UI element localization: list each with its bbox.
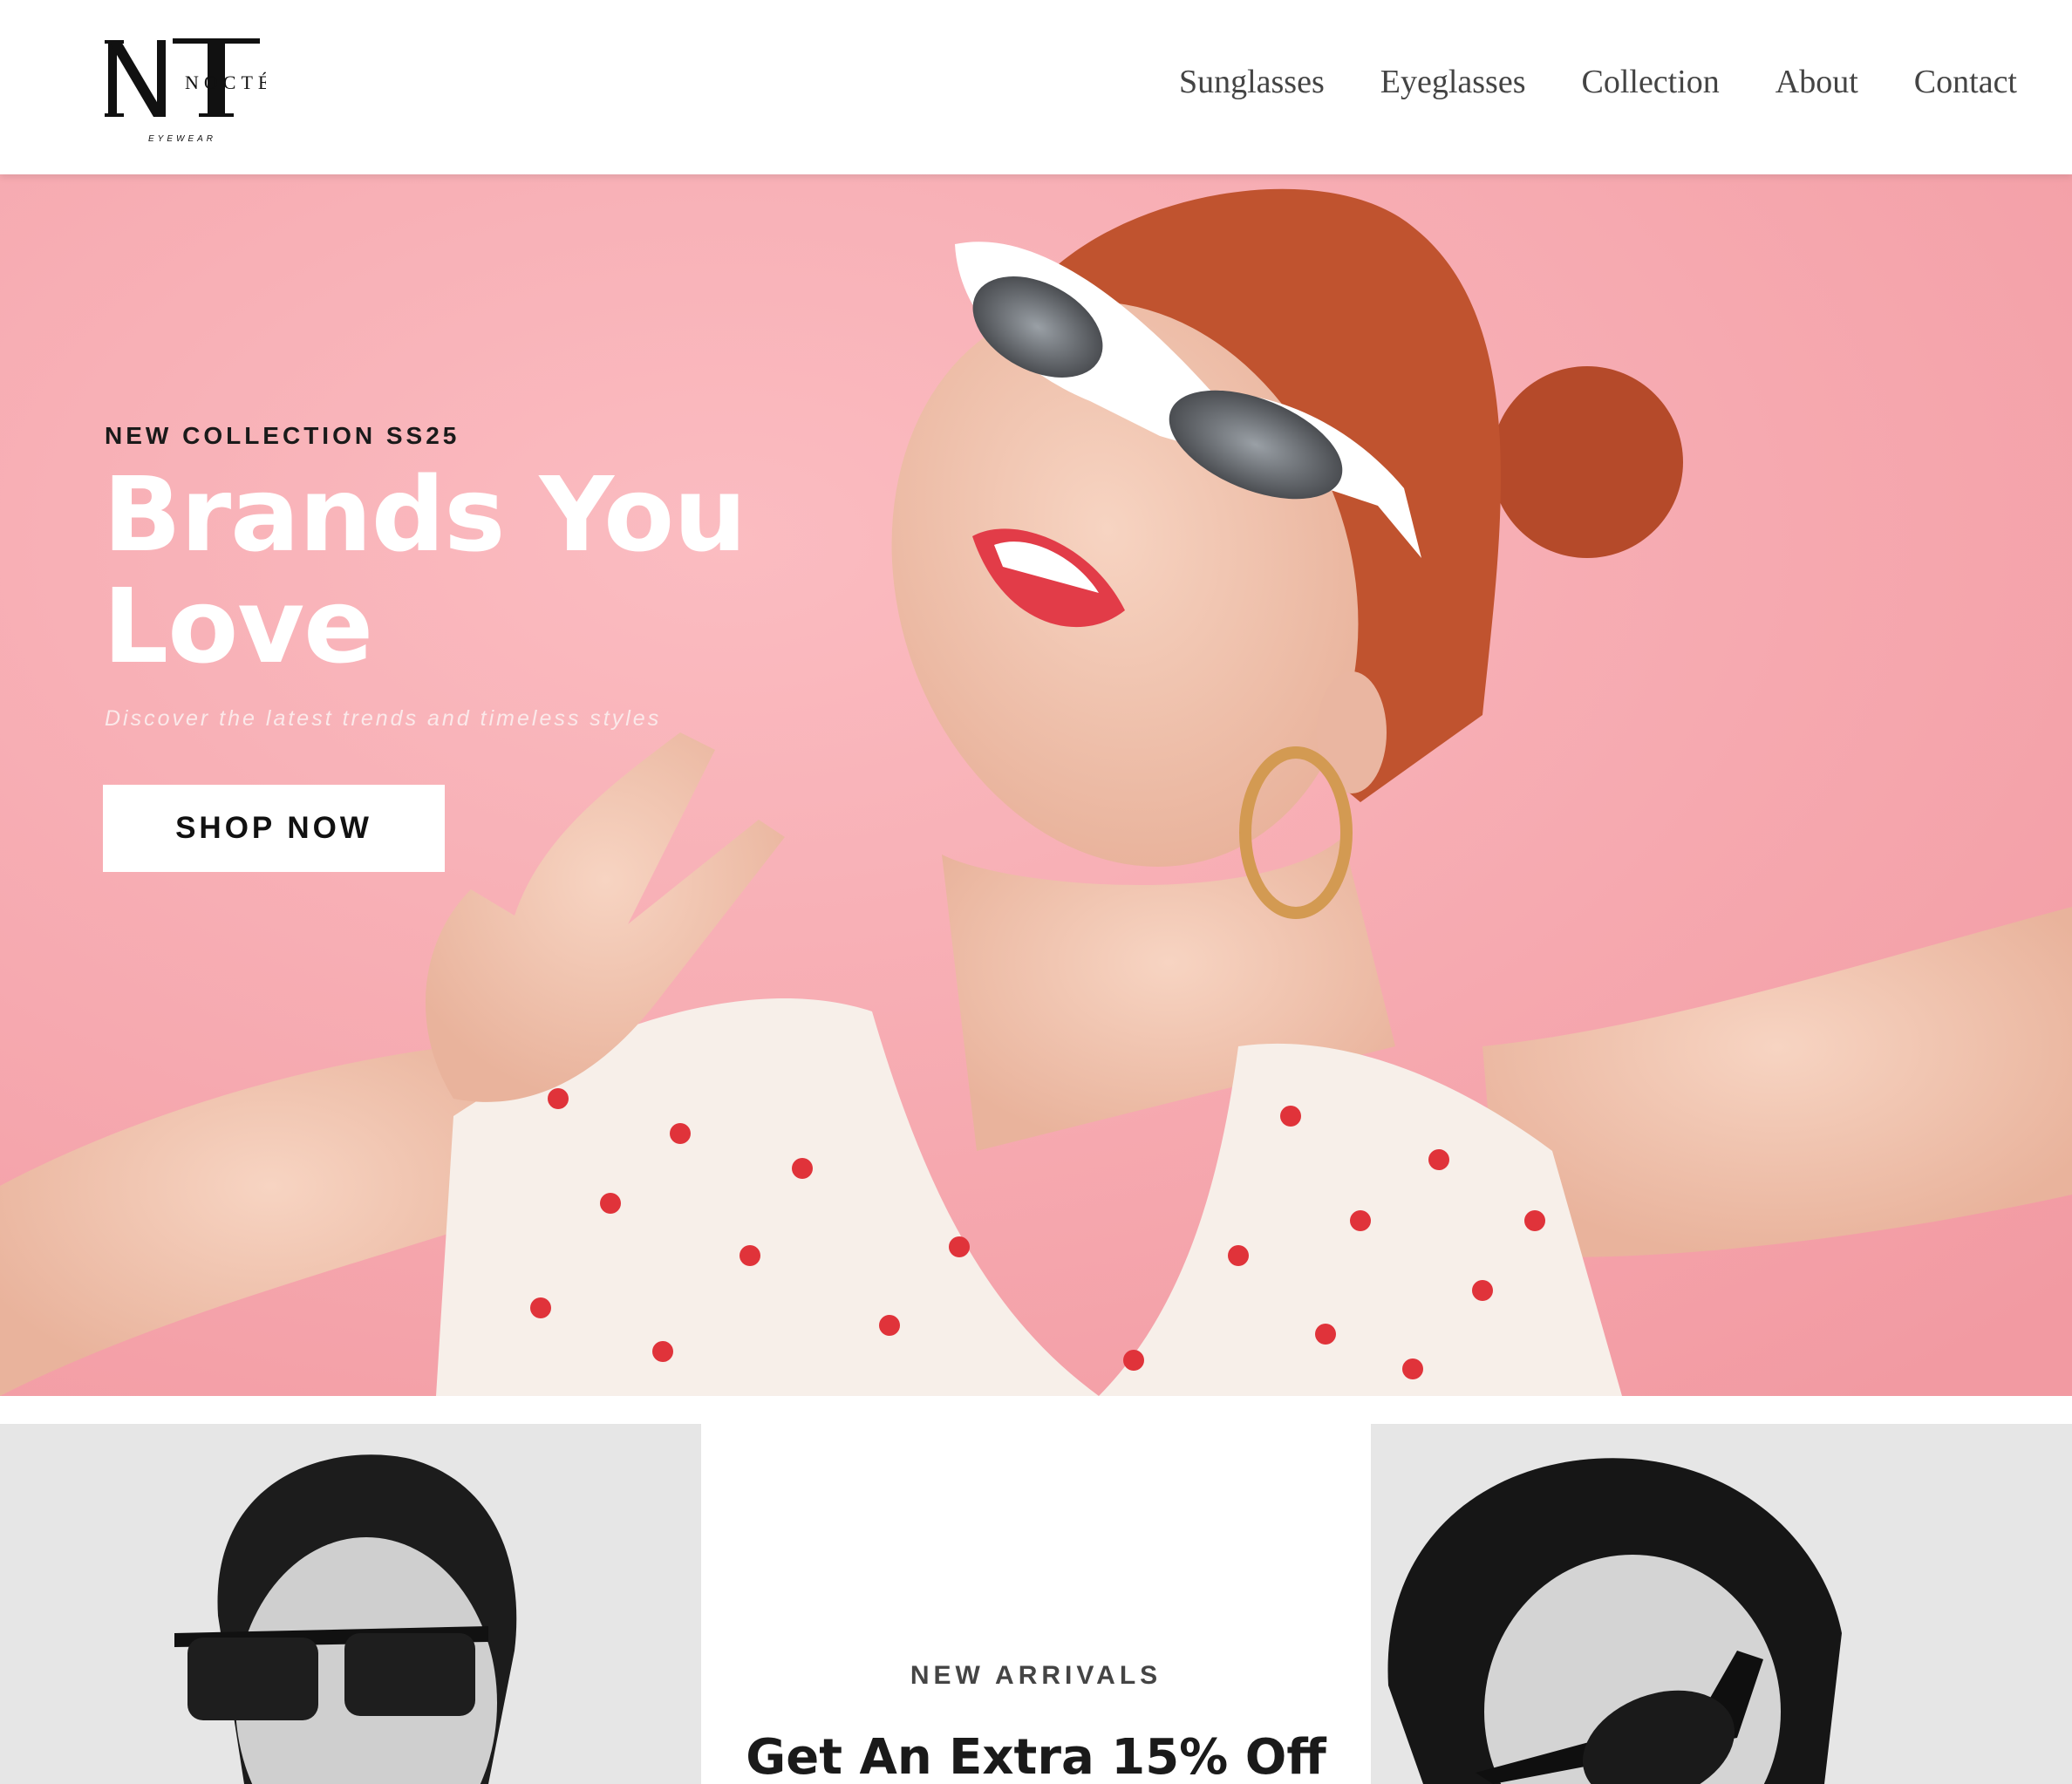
model-portrait-left-image xyxy=(0,1424,701,1784)
nav-item-collection[interactable]: Collection xyxy=(1581,63,1719,101)
promo-eyebrow: NEW ARRIVALS xyxy=(910,1661,1162,1690)
hero-title: Brands You Love xyxy=(103,459,818,682)
shop-now-button[interactable]: SHOP NOW xyxy=(103,785,445,872)
hero-subtitle: Discover the latest trends and timeless … xyxy=(105,706,662,731)
nav-item-contact[interactable]: Contact xyxy=(1914,63,2017,101)
nav-item-about[interactable]: About xyxy=(1776,63,1858,101)
model-portrait-right-image xyxy=(1371,1424,2072,1784)
promo-image-right[interactable] xyxy=(1371,1424,2072,1784)
nav-item-sunglasses[interactable]: Sunglasses xyxy=(1179,63,1325,101)
hero-banner: NEW COLLECTION SS25 Brands You Love Disc… xyxy=(0,174,2072,1396)
main-nav: Sunglasses Eyeglasses Collection About C… xyxy=(1179,63,2017,101)
hero-title-line2: Love xyxy=(103,566,373,686)
promo-text-panel: NEW ARRIVALS Get An Extra 15% Off xyxy=(701,1424,1371,1784)
promo-title: Get An Extra 15% Off xyxy=(746,1729,1326,1784)
logo-icon: NOCTÉ EYEWEAR xyxy=(105,38,269,144)
promo-image-left[interactable] xyxy=(0,1424,701,1784)
brand-logo[interactable]: NOCTÉ EYEWEAR xyxy=(105,35,269,148)
hero-title-line1: Brands You xyxy=(103,454,746,575)
logo-tagline-text: EYEWEAR xyxy=(148,134,216,144)
nav-item-eyeglasses[interactable]: Eyeglasses xyxy=(1380,63,1526,101)
hero-eyebrow: NEW COLLECTION SS25 xyxy=(105,422,460,449)
site-header: NOCTÉ EYEWEAR Sunglasses Eyeglasses Coll… xyxy=(0,0,2072,174)
logo-name-text: NOCTÉ xyxy=(185,71,266,93)
promo-section: NEW ARRIVALS Get An Extra 15% Off xyxy=(0,1424,2072,1784)
